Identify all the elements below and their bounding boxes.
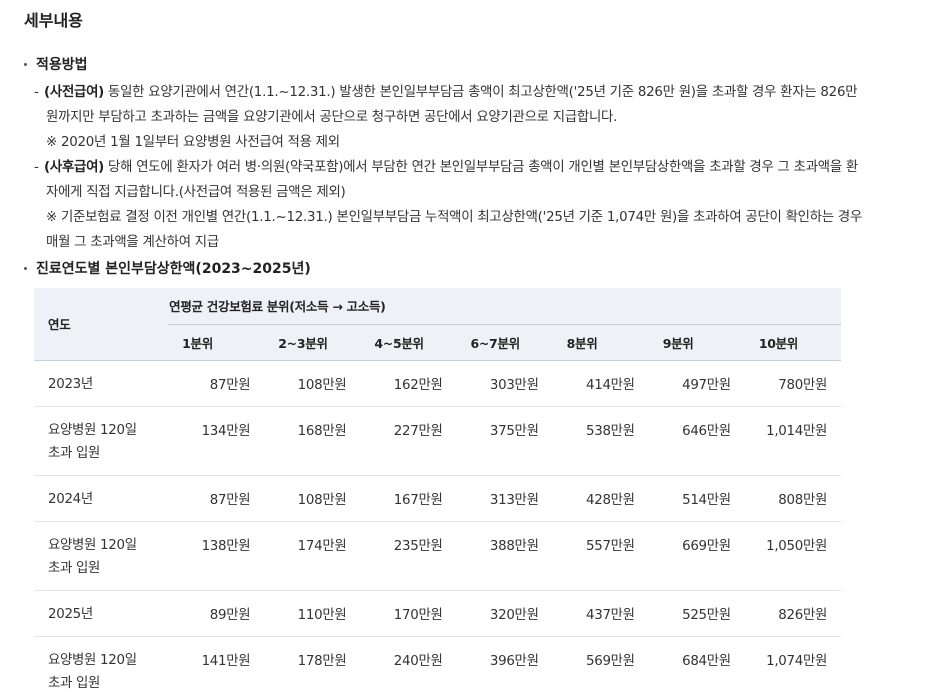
row-label: 요양병원 120일초과 입원 — [34, 406, 169, 476]
paragraph-line: - (사후급여) 당해 연도에 환자가 여러 병·의원(약국포함)에서 부담한 연… — [34, 155, 933, 180]
row-label-text: 요양병원 120일 — [48, 652, 137, 668]
section-heading-text: 적용방법 — [36, 57, 88, 73]
table-cell: 87만원 — [168, 475, 265, 522]
table-cell: 168만원 — [264, 406, 361, 476]
table-row: 2025년 89만원 110만원 170만원 320만원 437만원 525만원… — [34, 590, 841, 637]
table-cell: 174만원 — [264, 521, 361, 591]
row-label-text: 초과 입원 — [48, 560, 101, 576]
page-title: 세부내용 — [24, 11, 83, 30]
table-cell: 826만원 — [744, 590, 841, 637]
table-cell: 227만원 — [360, 406, 457, 476]
table-cell: 780만원 — [744, 360, 841, 407]
pre-payment-paragraph: - (사전급여) 동일한 요양기관에서 연간(1.1.~12.31.) 발생한 본… — [34, 80, 933, 155]
column-header: 2~3분위 — [264, 324, 361, 361]
column-header: 1분위 — [168, 324, 265, 361]
table-cell: 162만원 — [360, 360, 457, 407]
table-cell: 89만원 — [168, 590, 265, 637]
row-label-text: 초과 입원 — [48, 675, 101, 691]
table-cell: 514만원 — [648, 475, 745, 522]
table-cell: 414만원 — [552, 360, 649, 407]
table-cell: 303만원 — [456, 360, 553, 407]
dash-marker: - — [34, 85, 39, 100]
section-heading-limits: 진료연도별 본인부담상한액(2023~2025년) — [24, 258, 311, 278]
paragraph-line: - (사전급여) 동일한 요양기관에서 연간(1.1.~12.31.) 발생한 본… — [34, 80, 933, 105]
table-cell: 569만원 — [586, 653, 635, 669]
table-cell: 388만원 — [456, 521, 553, 591]
section-heading-text: 진료연도별 본인부담상한액(2023~2025년) — [36, 261, 311, 277]
table-cell: 134만원 — [168, 406, 265, 476]
table-cell: 437만원 — [552, 590, 649, 637]
pre-payment-text: 동일한 요양기관에서 연간(1.1.~12.31.) 발생한 본인일부부담금 총… — [108, 85, 858, 100]
table-row: 요양병원 120일초과 입원 141만원 178만원 240만원 396만원 5… — [34, 636, 841, 696]
copay-limit-table: 연도 연평균 건강보험료 분위(저소득 → 고소득) 1분위 2~3분위 4~5… — [34, 288, 841, 696]
pre-payment-note: ※ 2020년 1월 1일부터 요양병원 사전급여 적용 제외 — [46, 135, 340, 150]
table-cell: 170만원 — [360, 590, 457, 637]
table-cell: 178만원 — [297, 653, 347, 669]
table-row: 2023년 87만원 108만원 162만원 303만원 414만원 497만원… — [34, 360, 841, 407]
table-cell: 525만원 — [648, 590, 745, 637]
table-cell: 375만원 — [456, 406, 553, 476]
table-cell: 538만원 — [552, 406, 649, 476]
table-cell: 110만원 — [264, 590, 361, 637]
dash-marker: - — [34, 160, 39, 175]
table-cell: 808만원 — [744, 475, 841, 522]
post-payment-note-cont: 매월 그 초과액을 계산하여 지급 — [46, 235, 219, 250]
column-header: 10분위 — [744, 324, 841, 361]
table-cell: 646만원 — [648, 406, 745, 476]
bullet-icon — [24, 266, 27, 270]
table-cell: 557만원 — [552, 521, 649, 591]
table-cell: 167만원 — [360, 475, 457, 522]
table-cell: 396만원 — [489, 653, 539, 669]
table-cell: 1,050만원 — [744, 521, 841, 591]
column-header: 6~7분위 — [456, 324, 553, 361]
table-cell: 497만원 — [648, 360, 745, 407]
column-header: 8분위 — [552, 324, 649, 361]
row-label-text: 초과 입원 — [48, 445, 101, 461]
table-row: 요양병원 120일초과 입원 134만원 168만원 227만원 375만원 5… — [34, 406, 841, 476]
table-cell: 141만원 — [201, 653, 251, 669]
table-cell: 669만원 — [648, 521, 745, 591]
row-label-text: 2025년 — [48, 606, 93, 622]
quantile-group-header: 연평균 건강보험료 분위(저소득 → 고소득) — [168, 288, 841, 325]
table-cell: 313만원 — [456, 475, 553, 522]
section-heading-method: 적용방법 — [24, 54, 88, 74]
table-cell: 87만원 — [168, 360, 265, 407]
table-cell: 108만원 — [264, 475, 361, 522]
row-label-text: 요양병원 120일 — [48, 537, 137, 553]
row-label: 2024년 — [34, 475, 169, 522]
post-payment-note: ※ 기준보험료 결정 이전 개인별 연간(1.1.~12.31.) 본인일부부담… — [46, 210, 863, 225]
row-label: 요양병원 120일초과 입원 — [34, 521, 169, 591]
table-cell: 428만원 — [552, 475, 649, 522]
table-cell: 1,014만원 — [744, 406, 841, 476]
bullet-icon — [24, 62, 27, 66]
table-cell: 320만원 — [456, 590, 553, 637]
post-payment-paragraph: - (사후급여) 당해 연도에 환자가 여러 병·의원(약국포함)에서 부담한 연… — [34, 155, 933, 255]
pre-payment-tag: (사전급여) — [44, 85, 105, 100]
row-label-text: 2023년 — [48, 376, 93, 392]
column-header: 9분위 — [648, 324, 745, 361]
row-label-text: 요양병원 120일 — [48, 422, 137, 438]
post-payment-text: 당해 연도에 환자가 여러 병·의원(약국포함)에서 부담한 연간 본인일부부담… — [108, 160, 858, 175]
row-label: 2023년 — [34, 360, 169, 407]
row-label: 요양병원 120일초과 입원 — [34, 636, 168, 696]
table-cell: 240만원 — [393, 653, 443, 669]
post-payment-tag: (사후급여) — [44, 160, 105, 175]
year-column-header: 연도 — [34, 288, 169, 361]
table-row: 요양병원 120일초과 입원 138만원 174만원 235만원 388만원 5… — [34, 521, 841, 591]
column-header: 4~5분위 — [360, 324, 457, 361]
table-cell: 235만원 — [360, 521, 457, 591]
pre-payment-text-cont: 원까지만 부담하고 초과하는 금액을 요양기관에서 공단으로 청구하면 공단에서… — [46, 110, 618, 125]
table-cell: 684만원 — [682, 653, 731, 669]
post-payment-text-cont: 자에게 직접 지급합니다.(사전급여 적용된 금액은 제외) — [46, 185, 346, 200]
table-cell: 138만원 — [168, 521, 265, 591]
table-cell: 108만원 — [264, 360, 361, 407]
table-row: 2024년 87만원 108만원 167만원 313만원 428만원 514만원… — [34, 475, 841, 522]
table-cell: 1,074만원 — [766, 653, 827, 669]
row-label-text: 2024년 — [48, 491, 93, 507]
row-label: 2025년 — [34, 590, 169, 637]
